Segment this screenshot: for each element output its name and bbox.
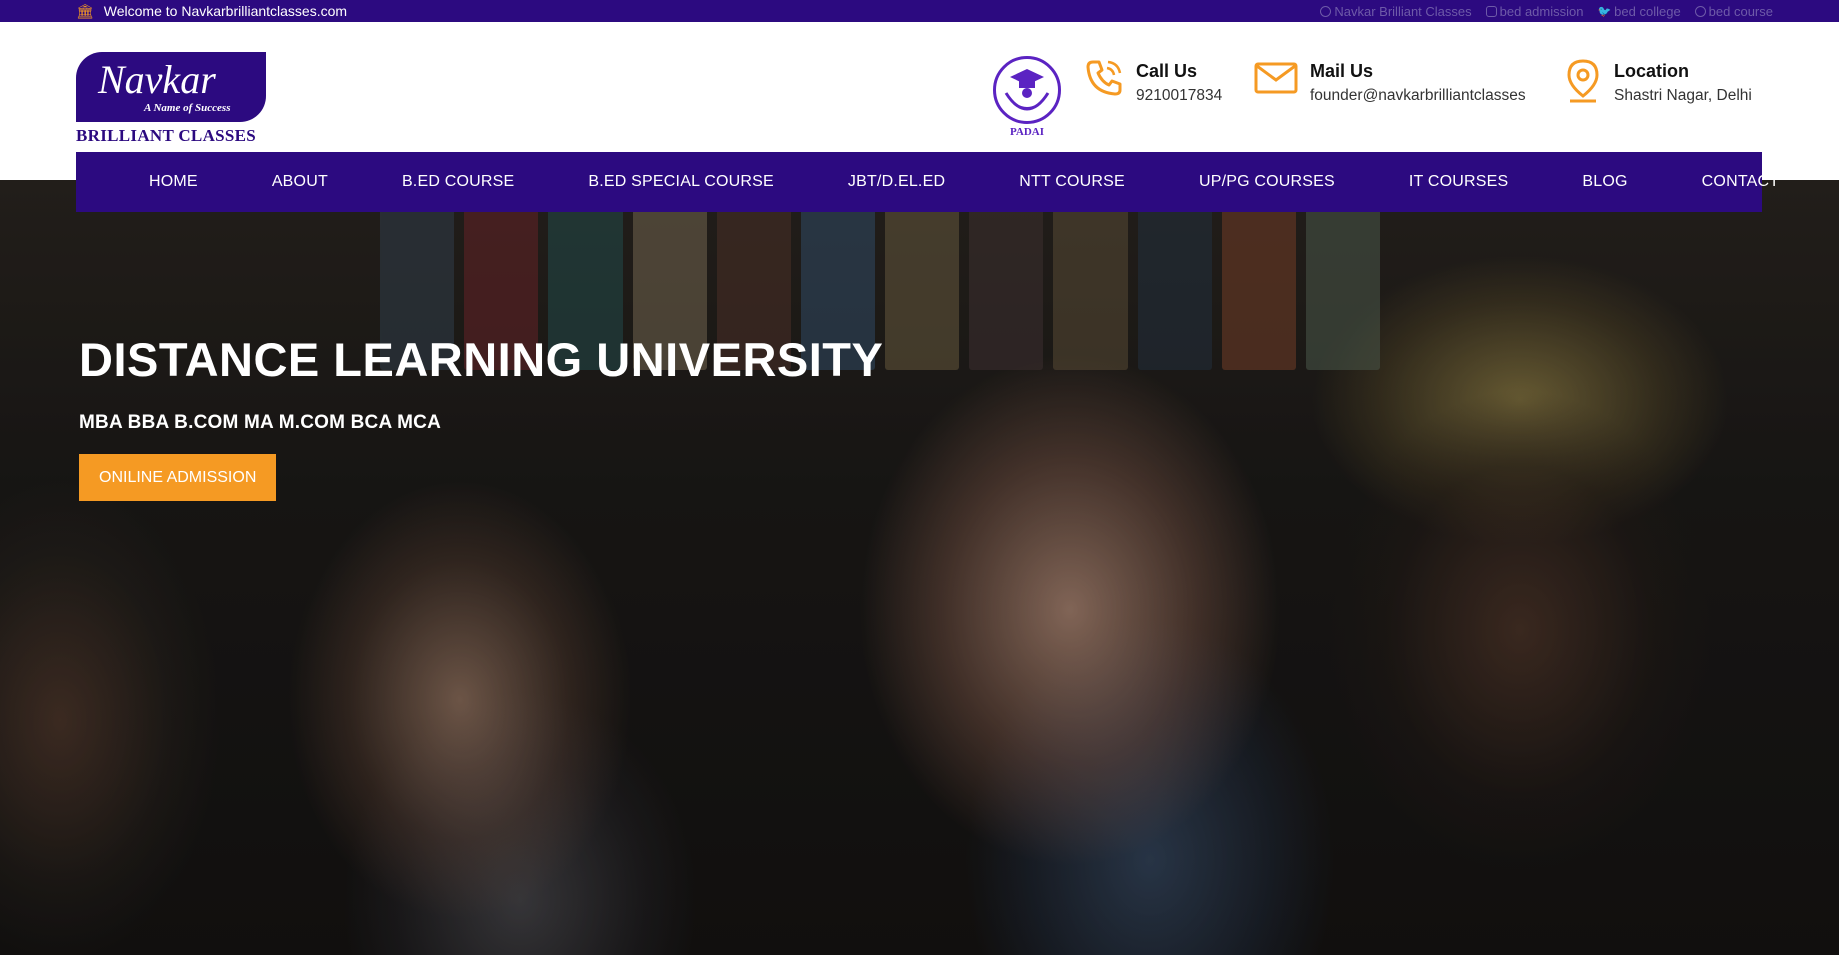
mail-title: Mail Us bbox=[1310, 61, 1374, 81]
welcome-message: 🏛 Welcome to Navkarbrilliantclasses.com bbox=[76, 3, 347, 20]
contact-location[interactable]: Location Shastri Nagar, Delhi bbox=[1564, 58, 1752, 108]
bank-icon: 🏛 bbox=[76, 2, 94, 19]
social-links: Navkar Brilliant Classes bed admission 🐦… bbox=[1320, 4, 1773, 19]
top-bar: 🏛 Welcome to Navkarbrilliantclasses.com … bbox=[0, 0, 1839, 22]
phone-icon bbox=[1086, 60, 1122, 96]
call-title: Call Us bbox=[1136, 61, 1198, 81]
welcome-text: Welcome to Navkarbrilliantclasses.com bbox=[103, 3, 348, 19]
hero-content: DISTANCE LEARNING UNIVERSITY MBA BBA B.C… bbox=[79, 332, 883, 501]
contact-call[interactable]: Call Us 9210017834 bbox=[1084, 58, 1222, 108]
padai-label: PADAI bbox=[1009, 126, 1044, 138]
pinterest-icon bbox=[1694, 5, 1706, 17]
logo-script: Navkar bbox=[98, 57, 216, 102]
social-label: Navkar Brilliant Classes bbox=[1334, 3, 1472, 19]
twitter-icon: 🐦 bbox=[1597, 5, 1612, 18]
social-label: bed admission bbox=[1499, 3, 1584, 19]
contact-mail[interactable]: Mail Us founder@navkarbrilliantclasses bbox=[1254, 58, 1526, 108]
location-pin-icon bbox=[1567, 59, 1599, 103]
mail-value: founder@navkarbrilliantclasses bbox=[1310, 87, 1526, 104]
logo-tagline: A Name of Success bbox=[144, 102, 231, 114]
social-link-twitter[interactable]: 🐦 bed college bbox=[1597, 4, 1680, 19]
nav-item-about[interactable]: ABOUT bbox=[272, 173, 328, 191]
nav-item-home[interactable]: HOME bbox=[149, 173, 198, 191]
logo-brand: BRILLIANT CLASSES bbox=[76, 126, 257, 145]
location-title: Location bbox=[1614, 61, 1689, 81]
social-link-pinterest[interactable]: bed course bbox=[1694, 3, 1773, 19]
nav-item-ntt-course[interactable]: NTT COURSE bbox=[1019, 173, 1125, 191]
padai-logo[interactable]: PADAI bbox=[992, 56, 1062, 138]
instagram-icon bbox=[1485, 5, 1497, 17]
social-label: bed college bbox=[1614, 3, 1681, 19]
nav-item-bed-course[interactable]: B.ED COURSE bbox=[402, 173, 514, 191]
page: 🏛 Welcome to Navkarbrilliantclasses.com … bbox=[0, 0, 1839, 955]
site-logo[interactable]: Navkar A Name of Success BRILLIANT CLASS… bbox=[76, 52, 268, 145]
online-admission-button[interactable]: ONILINE ADMISSION bbox=[79, 454, 277, 501]
location-value: Shastri Nagar, Delhi bbox=[1614, 87, 1752, 104]
main-navigation: HOME ABOUT B.ED COURSE B.ED SPECIAL COUR… bbox=[76, 152, 1779, 212]
hero-title: DISTANCE LEARNING UNIVERSITY bbox=[79, 333, 884, 386]
hero-overlay bbox=[0, 180, 1839, 955]
nav-item-bed-special-course[interactable]: B.ED SPECIAL COURSE bbox=[588, 173, 773, 191]
nav-item-blog[interactable]: BLOG bbox=[1582, 173, 1627, 191]
call-value: 9210017834 bbox=[1136, 87, 1223, 104]
mail-icon bbox=[1254, 62, 1298, 94]
hero-subtitle: MBA BBA B.COM MA M.COM BCA MCA bbox=[79, 412, 442, 433]
social-link-instagram[interactable]: bed admission bbox=[1485, 3, 1584, 19]
social-link-facebook[interactable]: Navkar Brilliant Classes bbox=[1320, 3, 1472, 19]
hero-banner: DISTANCE LEARNING UNIVERSITY MBA BBA B.C… bbox=[0, 180, 1839, 955]
nav-item-ug-pg-courses[interactable]: UP/PG COURSES bbox=[1199, 173, 1335, 191]
nav-item-jbt-deled[interactable]: JBT/D.EL.ED bbox=[848, 173, 945, 191]
nav-item-it-courses[interactable]: IT COURSES bbox=[1409, 173, 1509, 191]
facebook-icon bbox=[1320, 5, 1332, 17]
graduation-cap-icon bbox=[993, 56, 1061, 124]
nav-item-contact[interactable]: CONTACT bbox=[1702, 173, 1780, 191]
social-label: bed course bbox=[1708, 3, 1773, 19]
